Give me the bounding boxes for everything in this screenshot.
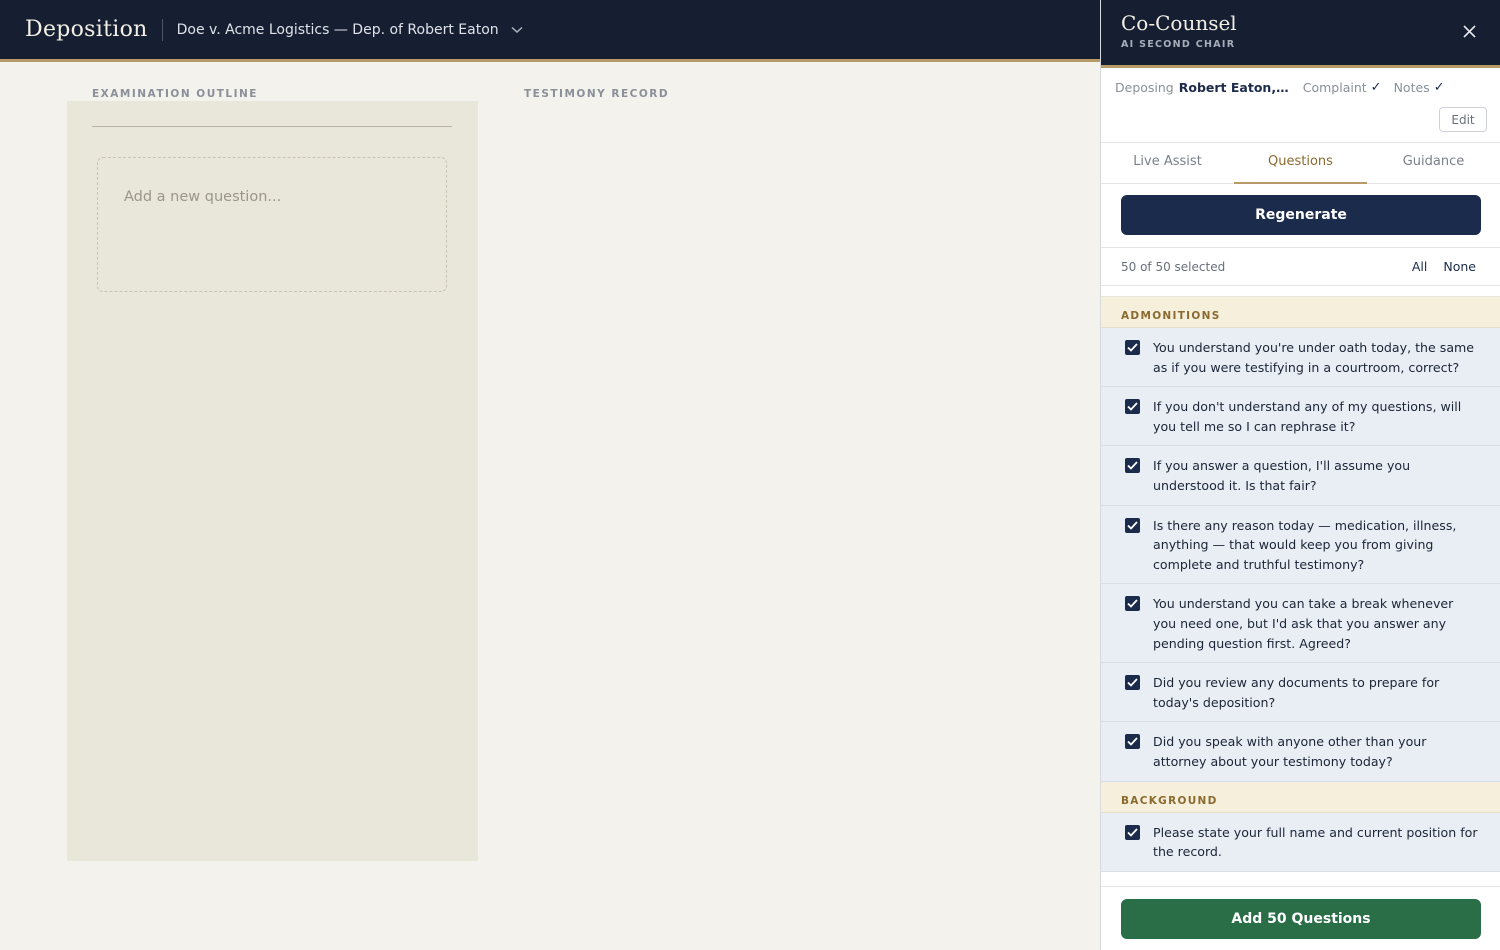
panel-tabs: Live Assist Questions Guidance (1101, 143, 1500, 184)
selection-count: 50 of 50 selected (1121, 259, 1226, 274)
checkbox-checked-icon[interactable] (1125, 596, 1140, 612)
close-icon[interactable] (1460, 22, 1478, 40)
selection-row: 50 of 50 selected All None (1101, 248, 1500, 286)
question-list[interactable]: ADMONITIONS You understand you're under … (1101, 296, 1500, 886)
regenerate-button[interactable]: Regenerate (1121, 195, 1481, 235)
question-text: If you answer a question, I'll assume yo… (1153, 458, 1411, 493)
co-counsel-panel: Co-Counsel AI SECOND CHAIR Deposing Robe… (1100, 0, 1500, 950)
context-bar: Deposing Robert Eaton, Dir... Complaint … (1101, 68, 1500, 143)
header-divider (161, 18, 163, 41)
complaint-label: Complaint (1302, 80, 1367, 95)
checkbox-checked-icon[interactable] (1125, 458, 1140, 474)
checkbox-checked-icon[interactable] (1125, 734, 1140, 750)
testimony-record-label: TESTIMONY RECORD (524, 88, 670, 100)
category-header: ADMONITIONS (1101, 297, 1500, 328)
question-text: You understand you can take a break when… (1153, 596, 1454, 651)
question-item[interactable]: You understand you can take a break when… (1101, 584, 1500, 664)
notes-label: Notes (1393, 80, 1430, 95)
checkbox-checked-icon[interactable] (1125, 517, 1140, 533)
question-text: Did you speak with anyone other than you… (1153, 734, 1427, 769)
deponent-name: Robert Eaton, Dir... (1178, 80, 1291, 95)
examination-outline-panel: Add a new question... (67, 101, 478, 861)
notes-check-icon: ✓ (1433, 80, 1445, 95)
complaint-check-icon: ✓ (1370, 80, 1382, 95)
outline-divider (92, 126, 452, 127)
regenerate-row: Regenerate (1101, 184, 1500, 248)
add-questions-button[interactable]: Add 50 Questions (1121, 899, 1481, 939)
edit-context-button[interactable]: Edit (1439, 107, 1487, 132)
panel-header: Co-Counsel AI SECOND CHAIR (1101, 0, 1500, 68)
question-item[interactable]: Is there any reason today — medication, … (1101, 505, 1500, 585)
question-text: You understand you're under oath today, … (1153, 340, 1475, 375)
new-question-input[interactable]: Add a new question... (97, 157, 447, 292)
examination-outline-label: EXAMINATION OUTLINE (92, 88, 258, 100)
question-text: If you don't understand any of my questi… (1153, 399, 1462, 434)
chevron-down-icon[interactable] (511, 26, 523, 34)
select-none-link[interactable]: None (1443, 259, 1476, 274)
panel-footer: Add 50 Questions (1101, 886, 1500, 950)
app-title: Deposition (25, 17, 148, 42)
top-bar: Deposition Doe v. Acme Logistics — Dep. … (0, 0, 1100, 62)
question-text: Did you review any documents to prepare … (1153, 675, 1440, 710)
question-item[interactable]: Did you review any documents to prepare … (1101, 663, 1500, 723)
case-selector[interactable]: Doe v. Acme Logistics — Dep. of Robert E… (177, 22, 499, 38)
tab-questions[interactable]: Questions (1234, 143, 1367, 184)
checkbox-checked-icon[interactable] (1125, 824, 1140, 840)
question-item[interactable]: Did you speak with anyone other than you… (1101, 722, 1500, 782)
question-item[interactable]: If you answer a question, I'll assume yo… (1101, 446, 1500, 506)
question-text: Is there any reason today — medication, … (1153, 517, 1457, 572)
panel-title: Co-Counsel (1121, 11, 1237, 35)
checkbox-checked-icon[interactable] (1125, 399, 1140, 415)
question-item[interactable]: You understand you're under oath today, … (1101, 328, 1500, 388)
checkbox-checked-icon[interactable] (1125, 340, 1140, 355)
select-all-link[interactable]: All (1412, 259, 1428, 274)
category-header: BACKGROUND (1101, 781, 1500, 813)
question-item[interactable]: Please state your full name and current … (1101, 812, 1500, 872)
panel-subtitle: AI SECOND CHAIR (1121, 39, 1236, 50)
tab-live-assist[interactable]: Live Assist (1101, 143, 1234, 183)
tab-guidance[interactable]: Guidance (1367, 143, 1500, 183)
question-text: Please state your full name and current … (1153, 824, 1478, 860)
checkbox-checked-icon[interactable] (1125, 675, 1140, 691)
deposing-label: Deposing (1115, 80, 1174, 95)
question-item[interactable]: If you don't understand any of my questi… (1101, 387, 1500, 447)
